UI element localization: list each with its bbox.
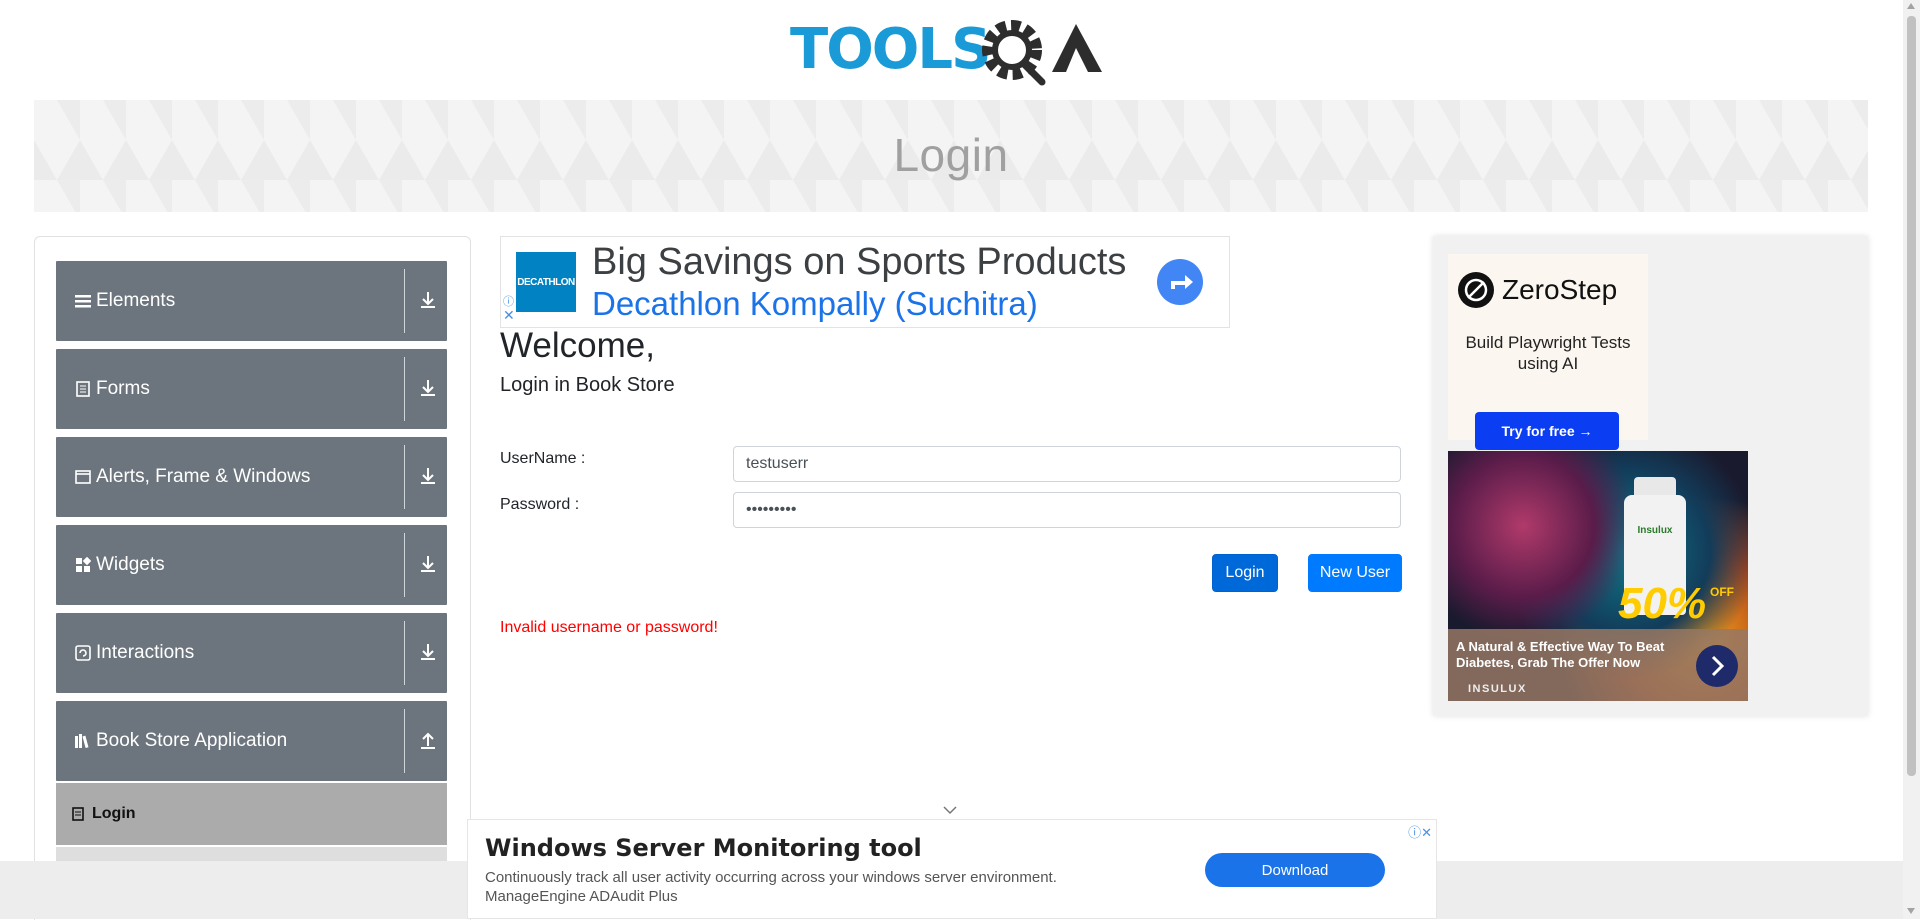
divider <box>404 269 405 333</box>
zerostep-logo-icon <box>1458 272 1494 308</box>
zerostep-brand: ZeroStep <box>1502 274 1618 305</box>
download-button[interactable]: Download <box>1205 853 1385 887</box>
divider <box>404 621 405 685</box>
discount-badge: 50% <box>1618 579 1707 628</box>
sidebar-item-label: Login <box>92 805 136 822</box>
document-icon <box>74 380 92 398</box>
sidebar-group-alerts-frame-windows[interactable]: Alerts, Frame & Windows <box>56 437 447 517</box>
directions-arrow-icon[interactable] <box>1157 259 1203 305</box>
login-icon <box>72 807 86 821</box>
password-input[interactable]: ••••••••• <box>733 492 1401 528</box>
download-arrow-icon[interactable] <box>417 641 439 663</box>
logo-graphic: TOOLS <box>790 17 1102 86</box>
chevron-right-icon[interactable] <box>1696 645 1738 687</box>
page-banner: Login <box>34 100 1868 212</box>
hamburger-icon <box>74 292 92 310</box>
sidebar-group-book-store-application[interactable]: Book Store Application <box>56 701 447 781</box>
ad-info-close-icon[interactable]: ⓘ✕ <box>1408 822 1432 841</box>
ad-bottom-title: Windows Server Monitoring tool <box>485 834 922 862</box>
divider <box>404 709 405 773</box>
divider <box>404 533 405 597</box>
ad-subline: Decathlon Kompally (Suchitra) <box>592 285 1038 322</box>
error-message: Invalid username or password! <box>500 619 718 636</box>
sidebar-group-widgets[interactable]: Widgets <box>56 525 447 605</box>
promo-text: A Natural & Effective Way To Beat Diabet… <box>1456 639 1665 670</box>
new-user-button[interactable]: New User <box>1308 554 1402 592</box>
password-label: Password : <box>500 496 580 513</box>
bottle-label: Insulux <box>1637 525 1673 536</box>
toolsqa-logo[interactable]: TOOLS <box>790 14 1120 90</box>
ad-banner-bottom[interactable]: Windows Server Monitoring tool Continuou… <box>467 819 1437 919</box>
ad-banner-top[interactable]: DECATHLON Big Savings on Sports Products… <box>500 236 1230 328</box>
svg-text:TOOLS: TOOLS <box>790 17 989 82</box>
insulux-ad[interactable]: Insulux 50% OFF A Natural & Effective Wa… <box>1448 451 1748 701</box>
page-title: Login <box>893 129 1009 181</box>
scrollbar[interactable] <box>1903 0 1920 919</box>
divider <box>404 357 405 421</box>
ad-bottom-sponsor: ManageEngine ADAudit Plus <box>485 888 678 905</box>
ad-sidebar-right[interactable]: ZeroStep Build Playwright Tests using AI… <box>1433 236 1868 716</box>
ad-brand-logo: DECATHLON <box>516 252 576 312</box>
upload-arrow-icon[interactable] <box>417 729 439 751</box>
sidebar-group-label: Book Store Application <box>96 730 288 751</box>
download-arrow-icon[interactable] <box>417 377 439 399</box>
download-arrow-icon[interactable] <box>417 465 439 487</box>
zerostep-ad[interactable]: ZeroStep Build Playwright Tests using AI… <box>1448 254 1648 450</box>
sidebar-group-label: Elements <box>96 290 176 311</box>
discount-badge-suffix: OFF <box>1710 585 1734 599</box>
ad-bottom-description: Continuously track all user activity occ… <box>485 869 1057 886</box>
chevron-down-icon[interactable] <box>942 802 958 815</box>
sidebar-group-label: Forms <box>96 378 150 399</box>
scrollbar-thumb[interactable] <box>1907 16 1916 776</box>
download-arrow-icon[interactable] <box>417 553 439 575</box>
ad-headline: Big Savings on Sports Products <box>592 241 1127 283</box>
sidebar-group-elements[interactable]: Elements <box>56 261 447 341</box>
window-icon <box>74 468 92 486</box>
sidebar-group-forms[interactable]: Forms <box>56 349 447 429</box>
zerostep-tagline: Build Playwright Tests using AI <box>1465 333 1631 373</box>
login-subtitle: Login in Book Store <box>500 374 675 396</box>
ad-close-icon[interactable]: ✕ <box>503 307 515 324</box>
username-input[interactable] <box>733 446 1401 482</box>
divider <box>404 445 405 509</box>
welcome-heading: Welcome, <box>500 326 655 365</box>
sidebar-group-label: Widgets <box>96 554 165 575</box>
sidebar-group-label: Alerts, Frame & Windows <box>96 466 311 487</box>
scroll-down-arrow-icon[interactable] <box>1907 908 1915 914</box>
login-button[interactable]: Login <box>1212 554 1278 592</box>
promo-strip: A Natural & Effective Way To Beat Diabet… <box>1448 629 1748 701</box>
sidebar-group-interactions[interactable]: Interactions <box>56 613 447 693</box>
scroll-up-arrow-icon[interactable] <box>1907 3 1915 9</box>
sidebar: Elements Forms Alerts, Frame & Windows W… <box>34 236 471 920</box>
try-for-free-button[interactable]: Try for free → <box>1475 412 1619 450</box>
download-arrow-icon[interactable] <box>417 289 439 311</box>
username-label: UserName : <box>500 450 586 467</box>
interactions-icon <box>74 644 92 662</box>
sidebar-group-label: Interactions <box>96 642 195 663</box>
promo-brand: INSULUX <box>1468 683 1527 695</box>
books-icon <box>74 732 92 750</box>
widgets-icon <box>74 556 92 574</box>
sidebar-item-login[interactable]: Login <box>56 783 447 845</box>
